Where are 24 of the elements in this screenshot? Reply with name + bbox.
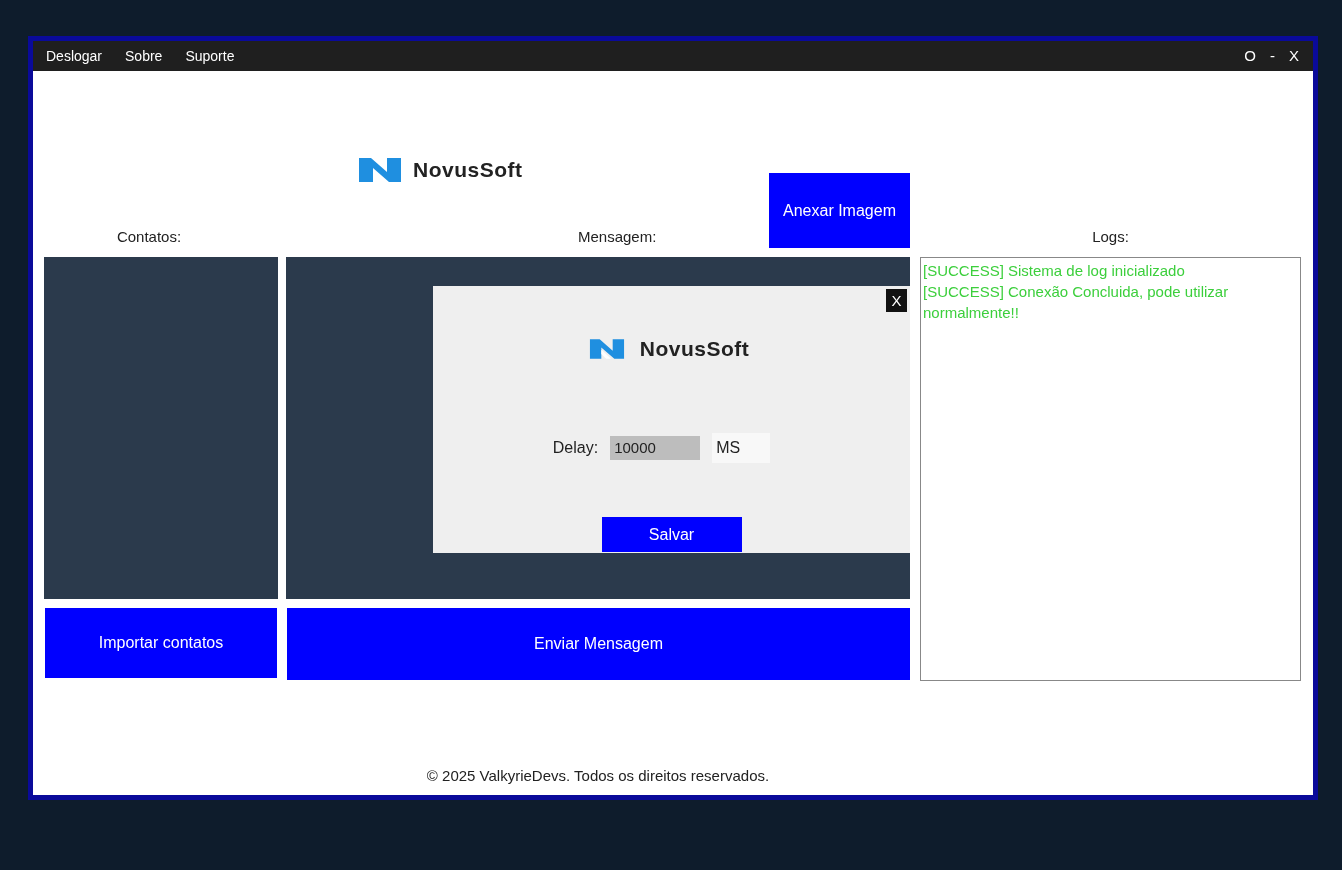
- window-control[interactable]: O: [1244, 44, 1256, 68]
- menu-item[interactable]: Deslogar: [46, 45, 103, 67]
- message-label: Mensagem:: [578, 226, 658, 247]
- save-button[interactable]: Salvar: [601, 517, 742, 552]
- log-entry: [SUCCESS] Conexão Concluida, pode utilizar normalmente!!: [923, 282, 1230, 323]
- unit-label: MS: [712, 432, 771, 463]
- delay-label: Delay:: [552, 437, 599, 458]
- window-control[interactable]: -: [1270, 44, 1275, 68]
- brand-name: NovusSoft: [639, 336, 750, 362]
- contacts-label: Contatos:: [116, 226, 183, 247]
- copyright-text: © 2025 ValkyrieDevs. Todos os direitos reservados.: [425, 766, 771, 786]
- import-contacts-button[interactable]: Importar contatos: [45, 608, 277, 678]
- close-button[interactable]: X: [886, 289, 907, 312]
- send-message-button[interactable]: Enviar Mensagem: [287, 608, 910, 680]
- attach-image-button[interactable]: Anexar Imagem: [769, 173, 910, 248]
- window-control[interactable]: X: [1289, 44, 1299, 68]
- log-entry: [SUCCESS] Sistema de log inicializado: [923, 261, 1186, 281]
- delay-field[interactable]: 10000: [610, 435, 701, 460]
- contacts-list[interactable]: [44, 257, 278, 599]
- menu-item[interactable]: Sobre: [125, 45, 163, 67]
- message-area[interactable]: X NovusSoft Delay: 10000 MS Salvar: [286, 257, 910, 599]
- menu-item[interactable]: Suporte: [185, 45, 235, 67]
- brand-name: NovusSoft: [413, 157, 523, 184]
- logs-label: Logs:: [1092, 226, 1129, 247]
